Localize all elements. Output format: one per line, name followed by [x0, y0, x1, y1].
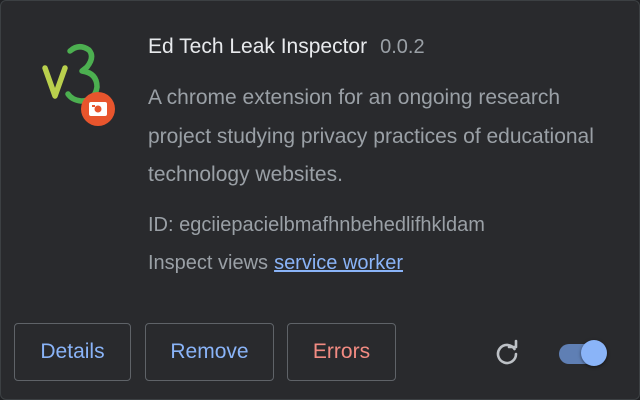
v3-extension-icon	[39, 41, 119, 133]
id-label: ID:	[148, 213, 174, 236]
title-row: Ed Tech Leak Inspector 0.0.2	[148, 35, 618, 69]
extension-card: Ed Tech Leak Inspector 0.0.2 A chrome ex…	[0, 0, 640, 400]
inspect-views: Inspect views service worker	[148, 243, 618, 283]
errors-button[interactable]: Errors	[287, 323, 396, 381]
id-value: egciiepacielbmafhnbehedlifhkldam	[179, 213, 485, 236]
toggle-knob	[581, 340, 607, 366]
extension-description: A chrome extension for an ongoing resear…	[148, 86, 594, 186]
service-worker-link[interactable]: service worker	[274, 252, 403, 274]
enable-toggle[interactable]	[557, 339, 609, 369]
extension-details: Ed Tech Leak Inspector 0.0.2 A chrome ex…	[148, 35, 618, 283]
extension-name: Ed Tech Leak Inspector	[148, 35, 368, 58]
extension-version: 0.0.2	[380, 36, 425, 58]
remove-button[interactable]: Remove	[145, 323, 274, 381]
inspect-views-label: Inspect views	[148, 251, 269, 274]
extension-id: ID: egciiepacielbmafhnbehedlifhkldam	[148, 207, 618, 243]
reload-icon[interactable]	[491, 338, 523, 370]
details-button[interactable]: Details	[14, 323, 131, 381]
